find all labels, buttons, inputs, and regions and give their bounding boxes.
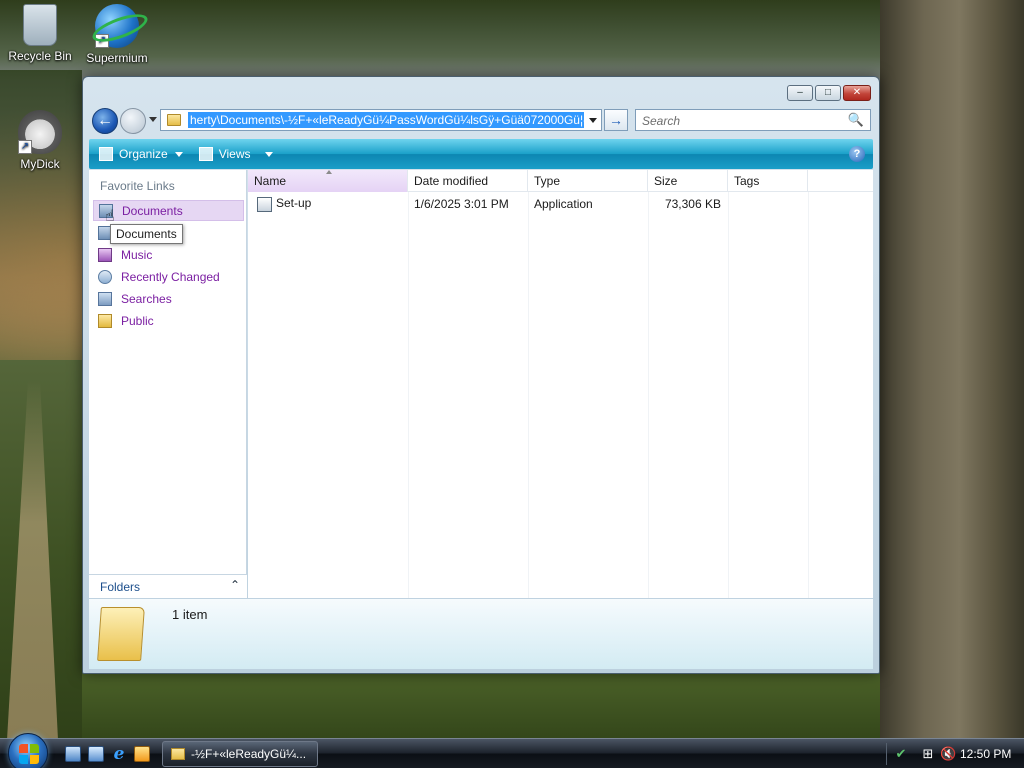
column-divider xyxy=(808,192,809,598)
desktop-icon-recycle-bin[interactable]: Recycle Bin xyxy=(0,4,80,63)
volume-muted-icon[interactable]: 🔇 xyxy=(940,746,956,762)
nav-link-label: Recently Changed xyxy=(121,269,220,284)
music-icon xyxy=(98,247,112,262)
shortcut-arrow-icon: ↗ xyxy=(18,140,32,154)
search-placeholder: Search xyxy=(642,114,681,128)
file-size-cell: 73,306 KB xyxy=(664,197,721,211)
recent-pages-dropdown[interactable] xyxy=(149,117,157,122)
column-header-size[interactable]: Size xyxy=(648,170,728,192)
window-controls: – □ ✕ xyxy=(787,85,871,101)
file-type-cell: Application xyxy=(534,197,593,211)
nav-link-recently-changed[interactable]: Recently Changed xyxy=(93,266,244,287)
favorite-links-heading: Favorite Links xyxy=(100,179,175,193)
media-player-icon[interactable] xyxy=(134,746,150,762)
details-pane: 1 item xyxy=(89,599,873,669)
column-header-type[interactable]: Type xyxy=(528,170,648,192)
column-header-tags[interactable]: Tags xyxy=(728,170,808,192)
internet-explorer-icon[interactable]: e xyxy=(111,746,127,763)
organize-button[interactable]: Organize xyxy=(99,147,183,161)
column-divider xyxy=(528,192,529,598)
column-header-date-modified[interactable]: Date modified xyxy=(408,170,528,192)
column-divider xyxy=(728,192,729,598)
folders-toggle[interactable]: Folders ⌃ xyxy=(89,574,247,598)
forward-button[interactable] xyxy=(120,108,146,134)
wallpaper-tree-trunk xyxy=(880,0,1024,740)
application-icon xyxy=(257,196,272,212)
address-bar[interactable]: herty\Documents\-½F+«leReadyGü¼PassWordG… xyxy=(160,109,602,131)
explorer-window: – □ ✕ ← herty\Documents\-½F+«leReadyGü¼P… xyxy=(82,76,880,674)
tray-divider xyxy=(886,743,887,765)
close-button[interactable]: ✕ xyxy=(843,85,871,101)
tooltip: Documents xyxy=(110,224,183,244)
address-path-text[interactable]: herty\Documents\-½F+«leReadyGü¼PassWordG… xyxy=(188,112,584,128)
wallpaper-grass xyxy=(82,674,882,740)
search-icon[interactable]: 🔍 xyxy=(848,112,864,128)
taskbar-button-label: -½F+«leReadyGü¼... xyxy=(191,747,307,761)
maximize-button[interactable]: □ xyxy=(815,85,841,101)
raccoon-shortcut-icon: ↗ xyxy=(18,110,62,154)
nav-link-label: Searches xyxy=(121,291,172,306)
hand-cursor-icon: ☝ xyxy=(105,208,115,225)
switch-windows-icon[interactable] xyxy=(88,746,104,762)
column-header-name[interactable]: Name xyxy=(248,170,408,192)
views-icon xyxy=(198,147,213,161)
chevron-down-icon xyxy=(174,151,183,157)
desktop-icon-label: MyDick xyxy=(20,157,60,171)
organize-label: Organize xyxy=(119,147,168,161)
start-button[interactable] xyxy=(8,733,48,768)
search-input[interactable]: Search 🔍 xyxy=(635,109,871,131)
nav-link-public[interactable]: Public xyxy=(93,310,244,331)
column-divider xyxy=(648,192,649,598)
views-button[interactable]: Views xyxy=(198,147,273,161)
folders-label: Folders xyxy=(100,580,141,594)
show-desktop-icon[interactable] xyxy=(65,746,81,762)
nav-link-label: Documents xyxy=(122,203,183,218)
navigation-pane: Favorite Links Documents Music Recently … xyxy=(89,170,247,598)
column-headers: Name Date modified Type Size Tags xyxy=(248,170,873,192)
address-dropdown-arrow[interactable] xyxy=(589,118,597,123)
minimize-button[interactable]: – xyxy=(787,85,813,101)
item-count: 1 item xyxy=(172,607,208,622)
file-name: Set-up xyxy=(276,196,312,211)
organize-icon xyxy=(99,147,113,161)
views-label: Views xyxy=(218,147,251,161)
nav-link-label: Music xyxy=(121,247,153,262)
go-button[interactable]: → xyxy=(604,109,628,131)
file-name-cell: Set-up xyxy=(248,196,408,212)
large-folder-icon xyxy=(97,607,145,661)
desktop-icon-supermium[interactable]: ↗ Supermium xyxy=(77,4,157,65)
column-divider xyxy=(408,192,409,598)
file-date-cell: 1/6/2025 3:01 PM xyxy=(414,197,509,211)
network-icon[interactable]: ⊞ xyxy=(920,746,936,762)
command-bar: Organize Views ? xyxy=(89,139,873,169)
clock[interactable]: 12:50 PM xyxy=(960,747,1011,761)
chevron-down-icon xyxy=(264,151,273,157)
folder-icon xyxy=(167,114,181,126)
desktop-icon-label: Recycle Bin xyxy=(8,49,72,63)
taskbar-button-explorer[interactable]: -½F+«leReadyGü¼... xyxy=(162,741,318,767)
searches-icon xyxy=(98,291,112,306)
taskbar: e -½F+«leReadyGü¼... ✔ ⊞ 🔇 12:50 PM xyxy=(0,733,1024,768)
chevron-up-icon: ⌃ xyxy=(229,578,240,592)
file-list: Name Date modified Type Size Tags Set-up… xyxy=(248,170,873,598)
nav-link-music[interactable]: Music xyxy=(93,244,244,265)
desktop-icon-label: Supermium xyxy=(86,51,148,65)
help-button[interactable]: ? xyxy=(849,146,865,162)
nav-link-label: Public xyxy=(121,313,154,328)
desktop-icon-mydick[interactable]: ↗ MyDick xyxy=(0,110,80,171)
recently-changed-icon xyxy=(98,269,112,284)
supermium-browser-icon: ↗ xyxy=(95,4,139,48)
nav-link-searches[interactable]: Searches xyxy=(93,288,244,309)
table-row[interactable]: Set-up 1/6/2025 3:01 PM Application 73,3… xyxy=(248,194,873,214)
folder-icon xyxy=(171,748,185,760)
recycle-bin-icon xyxy=(23,4,57,46)
public-folder-icon xyxy=(98,313,112,328)
back-button[interactable]: ← xyxy=(92,108,118,134)
security-shield-icon[interactable]: ✔ xyxy=(893,746,909,762)
shortcut-arrow-icon: ↗ xyxy=(95,34,109,48)
